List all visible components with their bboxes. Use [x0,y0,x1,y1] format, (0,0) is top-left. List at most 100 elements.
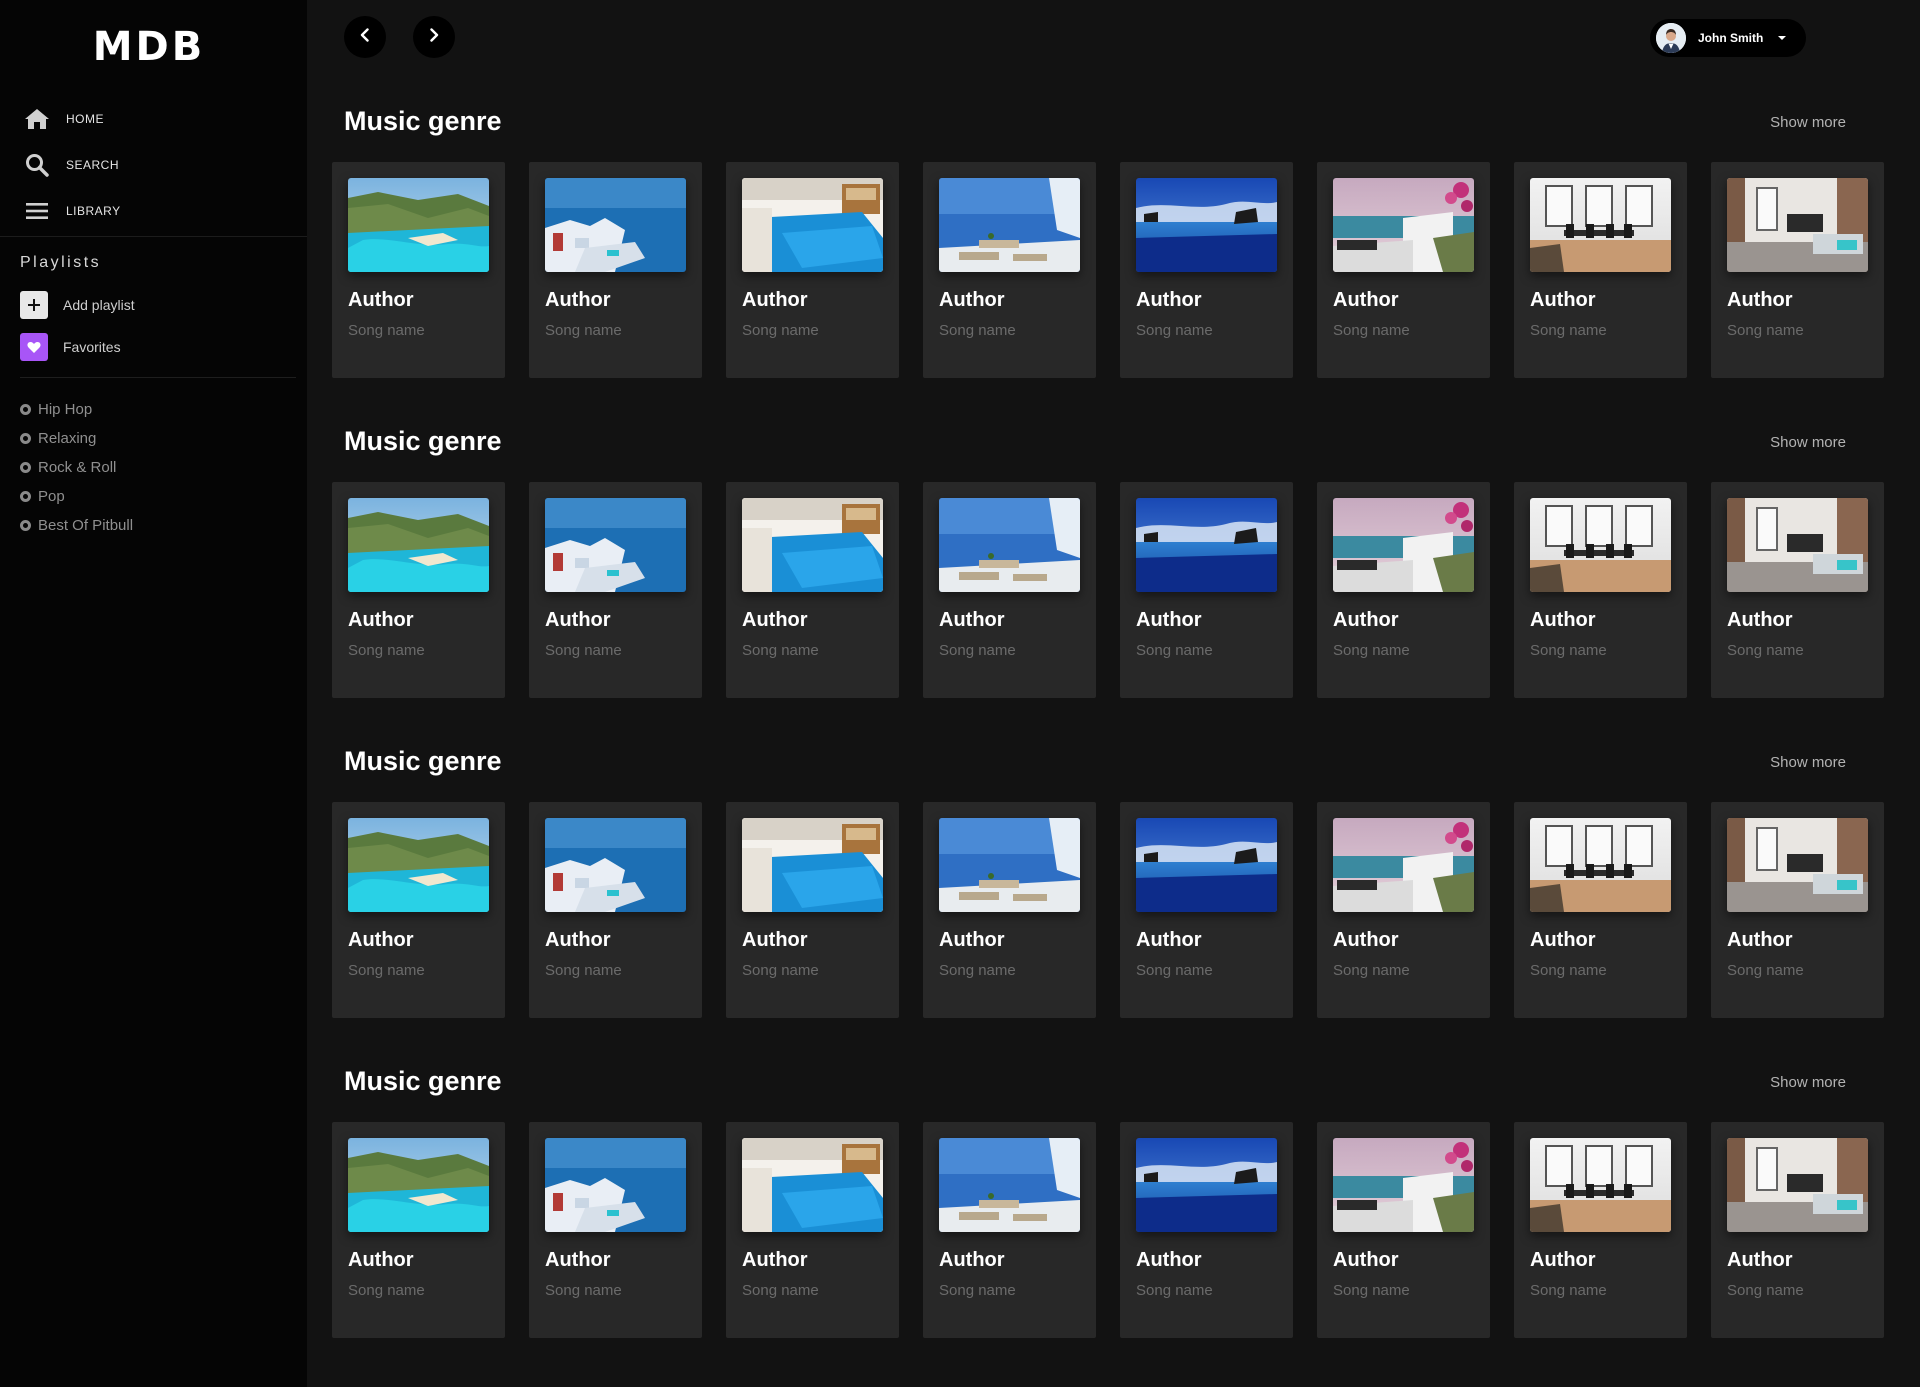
song-card[interactable]: Author Song name [1120,162,1293,378]
card-song-name: Song name [545,962,622,979]
song-card[interactable]: Author Song name [1317,802,1490,1018]
song-card[interactable]: Author Song name [923,162,1096,378]
card-song-name: Song name [1530,642,1607,659]
song-card[interactable]: Author Song name [1317,162,1490,378]
playlist-item-rock-and-roll[interactable]: Rock & Roll [20,453,133,482]
card-song-name: Song name [348,1282,425,1299]
album-cover-image [1530,178,1671,272]
album-cover-image [545,178,686,272]
card-row: Author Song name Author Song name Author Song… [332,482,1884,698]
song-card[interactable]: Author Song name [1317,482,1490,698]
nav-item-library[interactable]: LIBRARY [0,188,307,234]
song-card[interactable]: Author Song name [332,802,505,1018]
album-cover-image [1530,1138,1671,1232]
card-author: Author [348,289,414,311]
song-card[interactable]: Author Song name [529,162,702,378]
section-title: Music genre [344,106,502,136]
song-card[interactable]: Author Song name [332,1122,505,1338]
song-card[interactable]: Author Song name [726,802,899,1018]
back-button[interactable] [344,16,386,58]
song-card[interactable]: Author Song name [529,1122,702,1338]
card-song-name: Song name [939,642,1016,659]
song-card[interactable]: Author Song name [332,482,505,698]
show-more-link[interactable]: Show more [1770,754,1846,771]
card-author: Author [545,289,611,311]
show-more-link[interactable]: Show more [1770,434,1846,451]
section-title: Music genre [344,1066,502,1096]
song-card[interactable]: Author Song name [923,1122,1096,1338]
playlist-label: Relaxing [38,430,97,447]
album-cover-image [1333,178,1474,272]
card-song-name: Song name [939,322,1016,339]
song-card[interactable]: Author Song name [332,162,505,378]
card-song-name: Song name [1530,1282,1607,1299]
search-icon [22,150,52,180]
app-logo[interactable]: MDB [93,24,203,70]
playlist-item-hip-hop[interactable]: Hip Hop [20,395,133,424]
playlist-item-relaxing[interactable]: Relaxing [20,424,133,453]
song-card[interactable]: Author Song name [923,802,1096,1018]
song-card[interactable]: Author Song name [1514,802,1687,1018]
show-more-link[interactable]: Show more [1770,1074,1846,1091]
plus-icon [20,291,48,319]
card-row: Author Song name Author Song name Author Song… [332,162,1884,378]
main-nav: HOME SEARCH LIBRARY [0,96,307,234]
song-card[interactable]: Author Song name [923,482,1096,698]
song-card[interactable]: Author Song name [726,482,899,698]
song-card[interactable]: Author Song name [726,162,899,378]
song-card[interactable]: Author Song name [1711,482,1884,698]
forward-button[interactable] [413,16,455,58]
card-author: Author [742,609,808,631]
album-cover-image [348,1138,489,1232]
card-song-name: Song name [1333,322,1410,339]
card-author: Author [1727,1249,1793,1271]
bullet-icon [20,520,31,531]
card-author: Author [939,289,1005,311]
favorites-label: Favorites [63,339,121,355]
show-more-link[interactable]: Show more [1770,114,1846,131]
song-card[interactable]: Author Song name [1120,1122,1293,1338]
card-author: Author [1727,609,1793,631]
song-card[interactable]: Author Song name [1120,802,1293,1018]
card-song-name: Song name [348,642,425,659]
card-author: Author [742,289,808,311]
playlist-item-pop[interactable]: Pop [20,482,133,511]
album-cover-image [939,178,1080,272]
song-card[interactable]: Author Song name [726,1122,899,1338]
album-cover-image [742,1138,883,1232]
song-card[interactable]: Author Song name [1317,1122,1490,1338]
card-author: Author [1136,1249,1202,1271]
album-cover-image [1727,178,1868,272]
song-card[interactable]: Author Song name [1514,482,1687,698]
card-author: Author [939,1249,1005,1271]
song-card[interactable]: Author Song name [1514,162,1687,378]
card-author: Author [1530,289,1596,311]
card-song-name: Song name [348,962,425,979]
card-author: Author [545,609,611,631]
heart-icon [20,333,48,361]
nav-item-home[interactable]: HOME [0,96,307,142]
card-author: Author [742,929,808,951]
card-song-name: Song name [1727,642,1804,659]
song-card[interactable]: Author Song name [1711,802,1884,1018]
album-cover-image [1530,498,1671,592]
playlist-item-best-of-pitbull[interactable]: Best Of Pitbull [20,511,133,540]
favorites-button[interactable]: Favorites [20,333,121,361]
user-menu[interactable]: John Smith [1650,19,1806,57]
song-card[interactable]: Author Song name [1711,162,1884,378]
album-cover-image [742,498,883,592]
song-card[interactable]: Author Song name [529,802,702,1018]
sidebar-divider [0,236,307,237]
card-author: Author [1530,1249,1596,1271]
card-author: Author [545,929,611,951]
bullet-icon [20,462,31,473]
song-card[interactable]: Author Song name [529,482,702,698]
card-author: Author [1136,929,1202,951]
nav-item-search[interactable]: SEARCH [0,142,307,188]
song-card[interactable]: Author Song name [1120,482,1293,698]
card-song-name: Song name [742,642,819,659]
add-playlist-button[interactable]: Add playlist [20,291,135,319]
card-author: Author [1333,609,1399,631]
song-card[interactable]: Author Song name [1711,1122,1884,1338]
song-card[interactable]: Author Song name [1514,1122,1687,1338]
